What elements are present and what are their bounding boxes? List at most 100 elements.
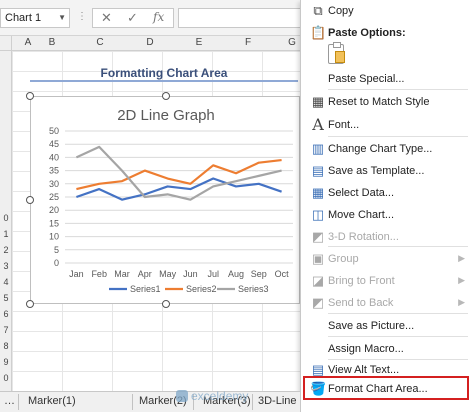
name-box-value: Chart 1 <box>5 12 42 24</box>
menu-item-bring-front[interactable]: ◪ Bring to Front ▶ <box>301 270 474 292</box>
menu-label: Copy <box>328 5 354 17</box>
font-icon: A <box>312 115 324 134</box>
paste-icon: 📋 <box>310 25 327 40</box>
legend-label: Series2 <box>186 284 217 294</box>
menu-separator <box>328 136 468 137</box>
column-header[interactable]: C <box>90 37 110 48</box>
menu-item-save-template[interactable]: ▤ Save as Template... <box>301 160 474 182</box>
row-header[interactable]: 5 <box>0 293 12 303</box>
row-header[interactable]: 0 <box>0 373 12 383</box>
menu-item-change-chart-type[interactable]: ▥ Change Chart Type... <box>301 138 474 160</box>
row-header[interactable]: 2 <box>0 245 12 255</box>
clipboard-paste-icon[interactable] <box>328 42 345 64</box>
menu-separator <box>328 313 468 314</box>
menu-label: Change Chart Type... <box>328 143 433 155</box>
x-tick-label: Feb <box>91 269 107 279</box>
x-tick-label: May <box>159 269 177 279</box>
menu-item-copy[interactable]: ⧉ Copy <box>301 0 474 22</box>
context-menu: ⧉ Copy 📋 Paste Options: Paste Special...… <box>300 0 474 412</box>
menu-item-assign-macro[interactable]: Assign Macro... <box>301 338 474 360</box>
menu-label: Save as Template... <box>328 165 425 177</box>
save-template-icon: ▤ <box>311 163 325 178</box>
menu-label: Send to Back <box>328 297 394 309</box>
column-header[interactable]: E <box>189 37 209 48</box>
y-tick-label: 40 <box>49 152 59 162</box>
menu-item-send-back[interactable]: ◩ Send to Back ▶ <box>301 292 474 314</box>
chevron-down-icon[interactable]: ▼ <box>58 13 66 22</box>
select-all-corner[interactable] <box>0 36 12 51</box>
reset-style-icon: ▦ <box>311 94 325 109</box>
y-tick-label: 15 <box>49 218 59 228</box>
tab-divider <box>132 394 133 410</box>
column-header[interactable]: A <box>18 37 38 48</box>
y-tick-label: 35 <box>49 166 59 176</box>
more-icon: ⋮ <box>77 11 87 22</box>
tab-divider <box>18 394 19 410</box>
sheet-tabs: … Marker(1) Marker(2) Marker(3) 3D-Line <box>0 391 300 412</box>
resize-handle[interactable] <box>26 300 34 308</box>
tab-divider <box>252 394 253 410</box>
enter-icon[interactable]: ✓ <box>127 10 138 26</box>
y-tick-label: 25 <box>49 192 59 202</box>
name-box[interactable]: Chart 1 ▼ <box>0 8 70 28</box>
tab-3d-line[interactable]: 3D-Line <box>258 395 297 407</box>
y-tick-label: 20 <box>49 205 59 215</box>
column-header[interactable]: F <box>238 37 258 48</box>
row-header[interactable]: 4 <box>0 277 12 287</box>
menu-label: Select Data... <box>328 187 395 199</box>
more-tabs-icon[interactable]: … <box>4 395 15 407</box>
x-tick-label: Sep <box>251 269 267 279</box>
menu-label: Paste Special... <box>328 73 405 85</box>
select-data-icon: ▦ <box>311 185 325 200</box>
resize-handle[interactable] <box>26 92 34 100</box>
menu-label: Save as Picture... <box>328 320 415 332</box>
fx-icon[interactable]: fx <box>153 10 164 24</box>
menu-item-group[interactable]: ▣ Group ▶ <box>301 248 474 270</box>
menu-label: View Alt Text... <box>328 364 400 376</box>
menu-separator <box>328 336 468 337</box>
column-header[interactable]: D <box>140 37 160 48</box>
tab-marker-1[interactable]: Marker(1) <box>28 395 76 407</box>
menu-item-font[interactable]: A Font... <box>301 114 474 136</box>
row-header[interactable]: 9 <box>0 357 12 367</box>
y-tick-label: 45 <box>49 139 59 149</box>
menu-label: Move Chart... <box>328 209 395 221</box>
menu-item-paste-special[interactable]: Paste Special... <box>301 68 474 90</box>
column-header[interactable]: G <box>282 37 302 48</box>
legend-label: Series1 <box>130 284 161 294</box>
row-header[interactable]: 6 <box>0 309 12 319</box>
row-header[interactable]: 3 <box>0 261 12 271</box>
x-tick-label: Jul <box>207 269 219 279</box>
chart-type-icon: ▥ <box>311 141 325 156</box>
menu-label: Font... <box>328 119 360 131</box>
formula-buttons: ✕ ✓ fx <box>92 8 174 28</box>
send-back-icon: ◩ <box>311 295 325 310</box>
menu-item-save-picture[interactable]: Save as Picture... <box>301 315 474 337</box>
legend-label: Series3 <box>238 284 269 294</box>
menu-item-reset-style[interactable]: ▦ Reset to Match Style <box>301 91 474 113</box>
copy-icon: ⧉ <box>313 3 323 18</box>
cancel-icon[interactable]: ✕ <box>101 10 112 26</box>
row-header[interactable]: 8 <box>0 341 12 351</box>
x-tick-label: Aug <box>228 269 244 279</box>
row-header[interactable]: 1 <box>0 229 12 239</box>
menu-label: Group <box>328 253 359 265</box>
resize-handle[interactable] <box>162 300 170 308</box>
menu-item-3d-rotation[interactable]: ◩ 3-D Rotation... <box>301 226 474 248</box>
resize-handle[interactable] <box>26 196 34 204</box>
x-tick-label: Apr <box>138 269 152 279</box>
menu-label: 3-D Rotation... <box>328 231 399 243</box>
x-tick-label: Mar <box>114 269 130 279</box>
row-header[interactable]: 7 <box>0 325 12 335</box>
chevron-right-icon: ▶ <box>458 275 465 285</box>
menu-item-select-data[interactable]: ▦ Select Data... <box>301 182 474 204</box>
column-header[interactable]: B <box>42 37 62 48</box>
rotation-icon: ◩ <box>311 229 325 244</box>
menu-label: Bring to Front <box>328 275 395 287</box>
chart-area[interactable]: 2D Line Graph 0 5 10 15 20 25 30 35 40 45 50 Jan Feb… <box>30 96 300 304</box>
row-header[interactable]: 0 <box>0 213 12 223</box>
resize-handle[interactable] <box>162 92 170 100</box>
menu-paste-options-header: 📋 Paste Options: <box>301 22 474 44</box>
menu-item-move-chart[interactable]: ◫ Move Chart... <box>301 204 474 226</box>
chevron-right-icon: ▶ <box>458 253 465 263</box>
